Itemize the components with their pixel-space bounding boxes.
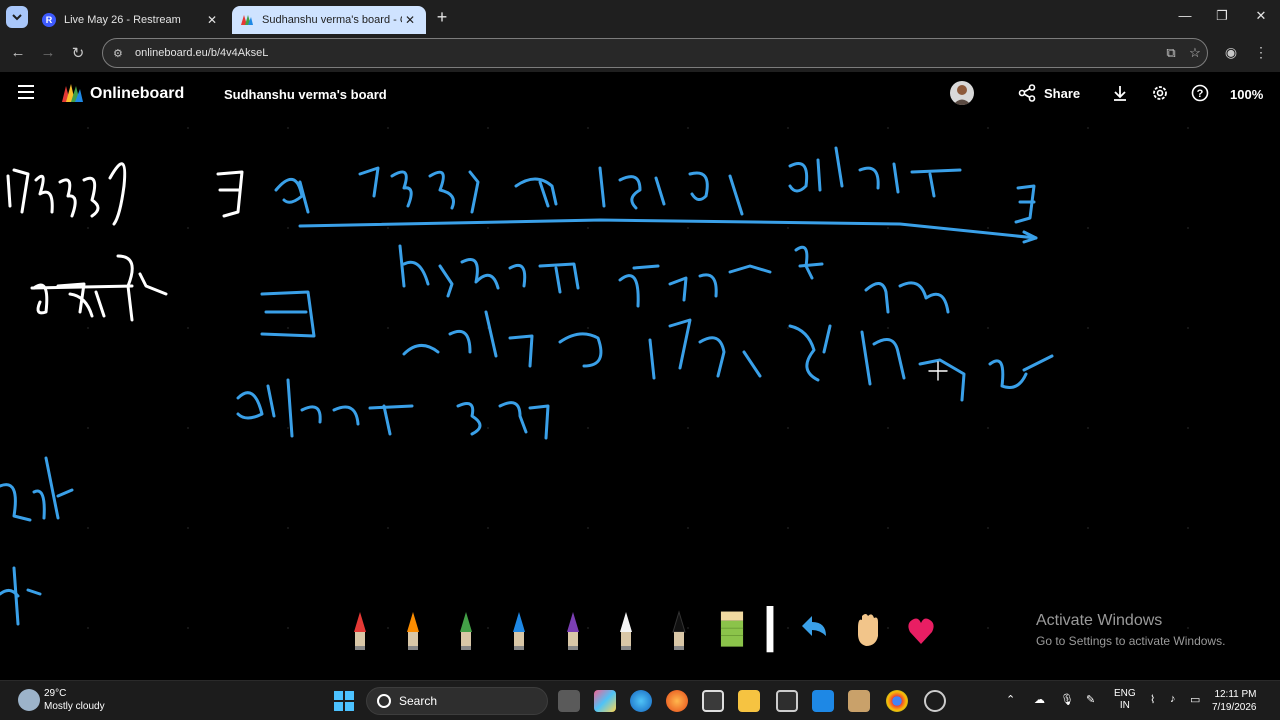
share-label: Share	[1044, 85, 1081, 101]
windows-taskbar: 29°C Mostly cloudy Search ⌃ ☁ 🎙 ✎ ENG IN…	[0, 680, 1280, 720]
new-tab-button[interactable]: +	[432, 8, 452, 28]
handwriting-layer	[0, 146, 1054, 626]
windows-start-icon[interactable]	[333, 690, 355, 712]
store-icon[interactable]	[702, 690, 724, 712]
reload-icon[interactable]: ↻	[68, 44, 88, 62]
wifi-icon[interactable]: ⌇	[1150, 693, 1155, 706]
whiteboard-canvas[interactable]	[0, 116, 1280, 680]
browser-tab-strip: R Live May 26 - Restream ✕ Sudhanshu ver…	[0, 0, 1280, 34]
tab-search-button[interactable]	[6, 6, 28, 28]
cloud-icon	[18, 689, 40, 711]
site-info-icon[interactable]: ⚙	[113, 47, 127, 60]
download-icon[interactable]	[1110, 84, 1130, 104]
clock-date: 7/19/2026	[1212, 702, 1257, 713]
restream-icon: R	[42, 13, 56, 27]
weather-desc: Mostly cloudy	[44, 701, 105, 712]
weather-widget[interactable]: 29°C Mostly cloudy	[18, 687, 105, 713]
app-icon[interactable]	[924, 690, 946, 712]
edge-icon[interactable]	[630, 690, 652, 712]
more-menu-icon[interactable]: ⋮	[1251, 44, 1271, 61]
address-bar[interactable]: ⚙ onlineboard.eu/b/4v4AkseL ⧉ ☆	[102, 38, 1208, 68]
help-icon[interactable]: ?	[1190, 84, 1210, 104]
system-clock[interactable]: 12:11 PM 7/19/2026	[1212, 688, 1257, 714]
share-icon	[1018, 84, 1036, 102]
chrome-icon[interactable]	[886, 690, 908, 712]
brand-name: Onlineboard	[90, 85, 185, 102]
red-marker-tool[interactable]	[348, 606, 372, 654]
firefox-icon[interactable]	[666, 690, 688, 712]
lang-bottom: IN	[1119, 700, 1130, 711]
clock-time: 12:11 PM	[1214, 689, 1257, 700]
undo-arrow-icon[interactable]	[798, 606, 830, 654]
close-window-icon[interactable]: ✕	[1250, 8, 1272, 24]
app-icon[interactable]	[848, 690, 870, 712]
minimize-icon[interactable]: —	[1174, 8, 1196, 23]
weather-temp: 29°C	[44, 688, 67, 699]
outlook-icon[interactable]	[776, 690, 798, 712]
bookmark-star-icon[interactable]: ☆	[1183, 45, 1207, 61]
eraser-icon[interactable]	[720, 606, 744, 654]
ink-blue-left	[0, 456, 74, 626]
purple-marker-tool[interactable]	[561, 606, 585, 654]
pen-icon[interactable]: ✎	[1086, 693, 1095, 706]
activate-windows-title: Activate Windows	[1036, 612, 1163, 629]
arrow-white	[216, 170, 244, 218]
file-explorer-icon[interactable]	[738, 690, 760, 712]
url-text[interactable]: onlineboard.eu/b/4v4AkseL	[135, 47, 1159, 59]
chevron-down-icon	[12, 14, 22, 21]
ink-white-left	[6, 162, 168, 322]
orange-marker-tool[interactable]	[401, 606, 425, 654]
photos-icon[interactable]	[594, 690, 616, 712]
taskbar-search[interactable]: Search	[366, 687, 548, 715]
search-label: Search	[399, 694, 438, 708]
line-width-icon[interactable]	[758, 606, 782, 654]
tab-onlineboard[interactable]: Sudhanshu verma's board - Onl ✕	[232, 6, 426, 34]
app-icon[interactable]	[812, 690, 834, 712]
language-indicator[interactable]: ENG IN	[1114, 688, 1136, 712]
tab-restream[interactable]: R Live May 26 - Restream ✕	[34, 6, 228, 34]
microphone-icon[interactable]: 🎙	[1060, 693, 1074, 706]
app-header: Onlineboard Sudhanshu verma's board Shar…	[0, 72, 1280, 116]
ink-blue-row2	[236, 244, 1054, 440]
green-marker-tool[interactable]	[454, 606, 478, 654]
battery-icon[interactable]: ▭	[1190, 693, 1200, 706]
browser-toolbar: ← → ↻ ⚙ onlineboard.eu/b/4v4AkseL ⧉ ☆ ◉ …	[0, 34, 1280, 72]
back-icon[interactable]: ←	[8, 44, 28, 61]
ink-blue-title	[274, 146, 1038, 244]
activate-windows-subtitle: Go to Settings to activate Windows.	[1036, 634, 1226, 648]
onedrive-icon[interactable]: ☁	[1034, 693, 1045, 706]
white-marker-tool[interactable]	[614, 606, 638, 654]
forward-icon[interactable]: →	[38, 44, 58, 61]
hand-pan-icon[interactable]	[852, 606, 882, 654]
lang-top: ENG	[1114, 688, 1136, 699]
maximize-icon[interactable]: ❐	[1211, 8, 1233, 24]
svg-text:?: ?	[1197, 88, 1204, 100]
tab-title: Live May 26 - Restream	[64, 14, 181, 26]
hamburger-menu-icon[interactable]	[18, 85, 34, 99]
avatar[interactable]	[950, 81, 974, 105]
close-icon[interactable]: ✕	[204, 13, 220, 27]
board-title: Sudhanshu verma's board	[224, 87, 387, 102]
profile-icon[interactable]: ◉	[1221, 44, 1241, 61]
volume-icon[interactable]: ♪	[1170, 693, 1176, 705]
close-icon[interactable]: ✕	[402, 13, 418, 27]
zoom-level[interactable]: 100%	[1230, 87, 1263, 102]
onlineboard-icon	[240, 13, 254, 27]
task-view-icon[interactable]	[558, 690, 580, 712]
tab-title: Sudhanshu verma's board - Onl	[262, 14, 402, 26]
black-marker-tool[interactable]	[667, 606, 691, 654]
chevron-up-icon[interactable]: ⌃	[1006, 693, 1015, 706]
blue-marker-tool[interactable]	[507, 606, 531, 654]
settings-gear-icon[interactable]	[1150, 84, 1170, 104]
search-icon	[377, 694, 391, 708]
crosshair-cursor	[928, 361, 948, 381]
share-button[interactable]: Share	[1018, 84, 1080, 102]
heart-icon[interactable]	[906, 606, 936, 654]
onlineboard-logo-icon	[62, 84, 83, 102]
install-app-icon[interactable]: ⧉	[1159, 45, 1183, 61]
